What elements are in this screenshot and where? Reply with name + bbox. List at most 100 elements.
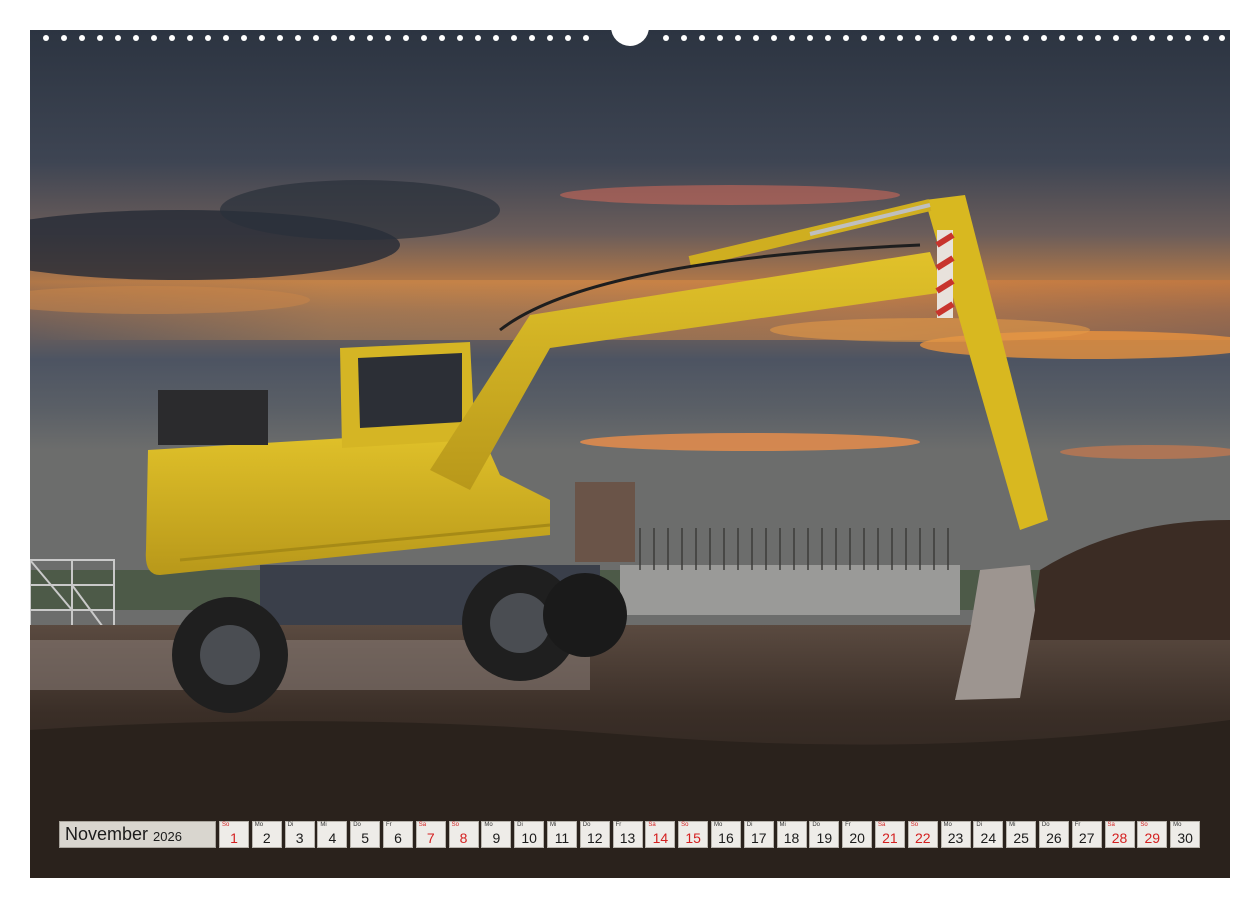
weekday-label: Sa bbox=[877, 822, 886, 828]
weekday-label: Do bbox=[1041, 822, 1050, 828]
day-number: 2 bbox=[262, 830, 271, 846]
cab-window bbox=[358, 353, 462, 428]
day-cell: Do 19 bbox=[809, 821, 840, 848]
weekday-label: Di bbox=[517, 822, 523, 828]
day-cell: So 29 bbox=[1137, 821, 1168, 848]
weekday-label: Mo bbox=[1173, 822, 1182, 828]
day-number: 16 bbox=[718, 830, 734, 846]
weekday-label: Fr bbox=[385, 822, 392, 828]
wheel-hub bbox=[490, 593, 550, 653]
day-number: 28 bbox=[1111, 830, 1128, 846]
weekday-label: Mo bbox=[484, 822, 493, 828]
weekday-label: Sa bbox=[648, 822, 656, 828]
day-cell: Mi 4 bbox=[317, 821, 348, 848]
concrete-wall bbox=[620, 565, 960, 615]
day-number: 25 bbox=[1013, 830, 1029, 846]
day-number: 24 bbox=[980, 830, 997, 846]
bridge-pillar bbox=[575, 482, 635, 562]
weekday-label: Mo bbox=[943, 822, 952, 828]
day-number: 8 bbox=[459, 830, 468, 846]
foreground-mud bbox=[30, 720, 1230, 878]
orange-cloud bbox=[770, 318, 1090, 342]
day-cell: Fr 27 bbox=[1071, 821, 1102, 848]
weekday-label: Mi bbox=[549, 822, 557, 828]
day-number: 10 bbox=[521, 830, 537, 846]
day-cell: Mo 9 bbox=[481, 821, 512, 848]
day-cell: Fr 6 bbox=[382, 821, 413, 848]
day-cell: So 22 bbox=[907, 821, 938, 848]
day-cell: Fr 20 bbox=[842, 821, 873, 848]
day-number: 21 bbox=[882, 830, 898, 846]
day-number: 14 bbox=[652, 830, 669, 846]
day-number: 12 bbox=[586, 830, 603, 846]
day-number: 29 bbox=[1144, 830, 1161, 846]
day-number: 9 bbox=[492, 830, 501, 846]
weekday-label: Di bbox=[746, 822, 753, 828]
weekday-label: Mi bbox=[779, 822, 786, 828]
day-number: 26 bbox=[1046, 830, 1062, 846]
month-year: 2026 bbox=[153, 828, 182, 844]
day-cell: So 15 bbox=[678, 821, 709, 848]
weekday-label: Do bbox=[582, 822, 591, 828]
weekday-label: So bbox=[681, 822, 689, 828]
weekday-label: Di bbox=[287, 822, 294, 828]
day-cell: Di 10 bbox=[514, 821, 545, 848]
day-cell: Do 12 bbox=[579, 821, 610, 848]
engine-grille bbox=[158, 390, 268, 445]
weekday-label: So bbox=[222, 822, 230, 828]
orange-cloud bbox=[580, 433, 920, 451]
weekday-label: Mo bbox=[254, 822, 264, 828]
weekday-label: Di bbox=[976, 822, 982, 828]
weekday-label: Fr bbox=[845, 822, 851, 828]
day-cell: Mo 2 bbox=[251, 821, 282, 848]
weekday-label: Sa bbox=[418, 822, 427, 828]
day-number: 30 bbox=[1177, 830, 1193, 846]
day-number: 20 bbox=[849, 830, 865, 846]
excavator-sunset-photo bbox=[30, 30, 1230, 878]
weekday-label: Do bbox=[353, 822, 361, 828]
day-number: 11 bbox=[554, 830, 570, 846]
wheel-hub bbox=[200, 625, 260, 685]
day-number: 19 bbox=[816, 830, 833, 846]
day-number: 6 bbox=[394, 830, 402, 846]
day-number: 22 bbox=[914, 830, 931, 846]
day-cell: Sa 7 bbox=[415, 821, 446, 848]
photo-canvas bbox=[30, 30, 1230, 878]
calendar-page: November 2026 So 1 Mo 2 Di 3 Mi 4 Do 5 Fr 6 Sa 7 So 8 Mo… bbox=[0, 0, 1260, 908]
day-cell: Di 3 bbox=[284, 821, 315, 848]
day-number: 1 bbox=[230, 830, 238, 846]
day-number: 7 bbox=[426, 830, 435, 846]
month-name: November bbox=[65, 824, 149, 844]
day-cell: Do 26 bbox=[1038, 821, 1069, 848]
day-cells: So 1 Mo 2 Di 3 Mi 4 Do 5 Fr 6 Sa 7 So 8 Mo 9 Di 10 Mi 11 Do 12 F… bbox=[219, 821, 1203, 850]
calendar-strip: November 2026 So 1 Mo 2 Di 3 Mi 4 Do 5 Fr 6 Sa 7 So 8 Mo… bbox=[59, 821, 1203, 850]
month-label: November 2026 bbox=[59, 821, 216, 848]
day-cell: Mi 18 bbox=[776, 821, 807, 848]
day-cell: Mi 25 bbox=[1006, 821, 1037, 848]
weekday-label: So bbox=[451, 822, 459, 828]
day-number: 15 bbox=[685, 830, 701, 846]
pink-cloud bbox=[560, 185, 900, 205]
weekday-label: Mo bbox=[713, 822, 723, 828]
day-cell: Fr 13 bbox=[612, 821, 643, 848]
day-number: 17 bbox=[750, 830, 767, 846]
day-cell: Mo 16 bbox=[710, 821, 741, 848]
day-number: 23 bbox=[947, 830, 964, 846]
weekday-label: Fr bbox=[615, 822, 622, 828]
day-cell: Mi 11 bbox=[546, 821, 577, 848]
day-number: 3 bbox=[295, 830, 304, 846]
dark-cloud bbox=[220, 180, 500, 240]
day-cell: So 1 bbox=[219, 821, 249, 848]
weekday-label: Fr bbox=[1074, 822, 1081, 828]
day-number: 27 bbox=[1078, 830, 1095, 846]
weekday-label: Do bbox=[812, 822, 821, 828]
weekday-label: So bbox=[910, 822, 919, 828]
day-cell: Mo 23 bbox=[940, 821, 971, 848]
day-cell: Mo 30 bbox=[1170, 821, 1201, 848]
weekday-label: Sa bbox=[1107, 822, 1115, 828]
day-cell: Di 17 bbox=[743, 821, 774, 848]
day-number: 4 bbox=[328, 830, 337, 846]
day-cell: Do 5 bbox=[350, 821, 381, 848]
weekday-label: Mi bbox=[1009, 822, 1016, 828]
day-cell: Sa 21 bbox=[874, 821, 905, 848]
